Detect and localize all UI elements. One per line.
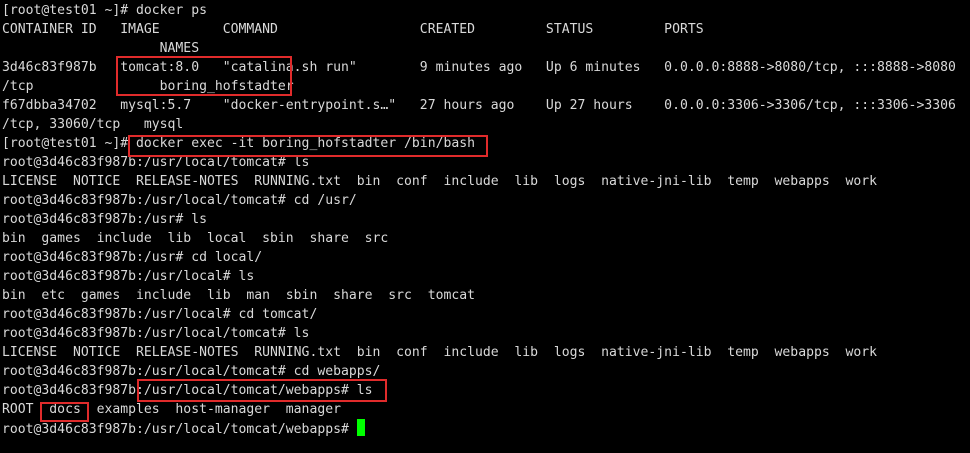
terminal-line: LICENSE NOTICE RELEASE-NOTES RUNNING.txt… bbox=[2, 174, 878, 189]
terminal-line: root@3d46c83f987b:/usr/local/tomcat/weba… bbox=[2, 383, 373, 398]
terminal-line: f67dbba34702 mysql:5.7 "docker-entrypoin… bbox=[2, 98, 956, 113]
terminal-line: ROOT docs examples host-manager manager bbox=[2, 402, 341, 417]
terminal-line: [root@test01 ~]# docker exec -it boring_… bbox=[2, 136, 475, 151]
terminal-line: root@3d46c83f987b:/usr/local# cd tomcat/ bbox=[2, 307, 318, 322]
terminal-window[interactable]: [root@test01 ~]# docker ps CONTAINER ID … bbox=[0, 0, 970, 453]
terminal-line: CONTAINER ID IMAGE COMMAND CREATED STATU… bbox=[2, 22, 704, 37]
terminal-line: LICENSE NOTICE RELEASE-NOTES RUNNING.txt… bbox=[2, 345, 878, 360]
terminal-line: NAMES bbox=[2, 41, 200, 56]
terminal-line: root@3d46c83f987b:/usr# cd local/ bbox=[2, 250, 263, 265]
terminal-line: root@3d46c83f987b:/usr/local/tomcat/weba… bbox=[0, 419, 970, 438]
terminal-line: /tcp boring_hofstadter bbox=[2, 79, 294, 94]
terminal-cursor bbox=[356, 419, 365, 436]
terminal-output: CONTAINER ID IMAGE COMMAND CREATED STATU… bbox=[0, 20, 970, 438]
terminal-line: root@3d46c83f987b:/usr/local# ls bbox=[2, 269, 255, 284]
terminal-line: root@3d46c83f987b:/usr/local/tomcat# ls bbox=[2, 155, 310, 170]
terminal-line-top: [root@test01 ~]# docker ps bbox=[2, 3, 207, 18]
terminal-line: root@3d46c83f987b:/usr/local/tomcat# ls bbox=[2, 326, 310, 341]
terminal-line: /tcp, 33060/tcp mysql bbox=[2, 117, 184, 132]
terminal-line: 3d46c83f987b tomcat:8.0 "catalina.sh run… bbox=[2, 60, 956, 75]
terminal-line: root@3d46c83f987b:/usr# ls bbox=[2, 212, 207, 227]
terminal-line: root@3d46c83f987b:/usr/local/tomcat# cd … bbox=[2, 193, 357, 208]
terminal-line: root@3d46c83f987b:/usr/local/tomcat# cd … bbox=[2, 364, 381, 379]
terminal-line: bin etc games include lib man sbin share… bbox=[2, 288, 475, 303]
terminal-line: bin games include lib local sbin share s… bbox=[2, 231, 389, 246]
